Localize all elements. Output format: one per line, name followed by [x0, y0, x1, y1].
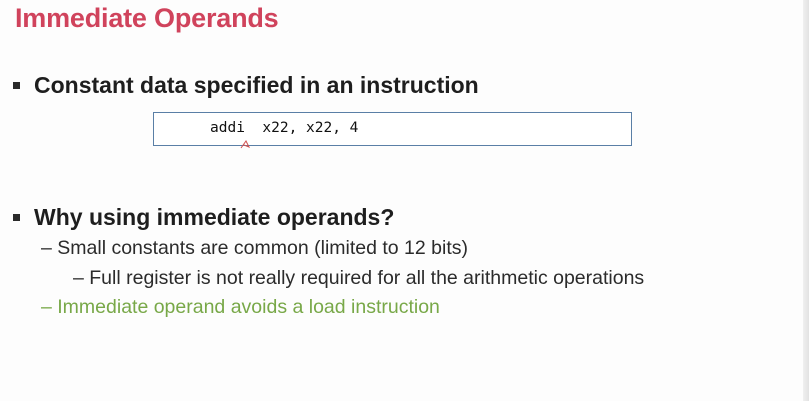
- slide-title: Immediate Operands: [15, 3, 279, 33]
- bullet-item-constant-data: Constant data specified in an instructio…: [13, 72, 479, 99]
- code-text: addi x22, x22, 4: [210, 120, 359, 136]
- bullet-item-why-immediate: Why using immediate operands?: [13, 204, 394, 231]
- square-bullet-icon: [13, 214, 20, 221]
- code-box: addi x22, x22, 4: [153, 112, 632, 146]
- bullet-text: Constant data specified in an instructio…: [34, 72, 479, 98]
- square-bullet-icon: [13, 82, 20, 89]
- sub-sub-item-full-register: – Full register is not really required f…: [73, 267, 645, 289]
- sub-item-small-constants: – Small constants are common (limited to…: [41, 237, 469, 259]
- window-edge: [803, 0, 809, 401]
- sub-item-avoids-load: – Immediate operand avoids a load instru…: [41, 296, 440, 318]
- annotation-caret-icon: [240, 140, 251, 149]
- bullet-text: Why using immediate operands?: [34, 204, 395, 230]
